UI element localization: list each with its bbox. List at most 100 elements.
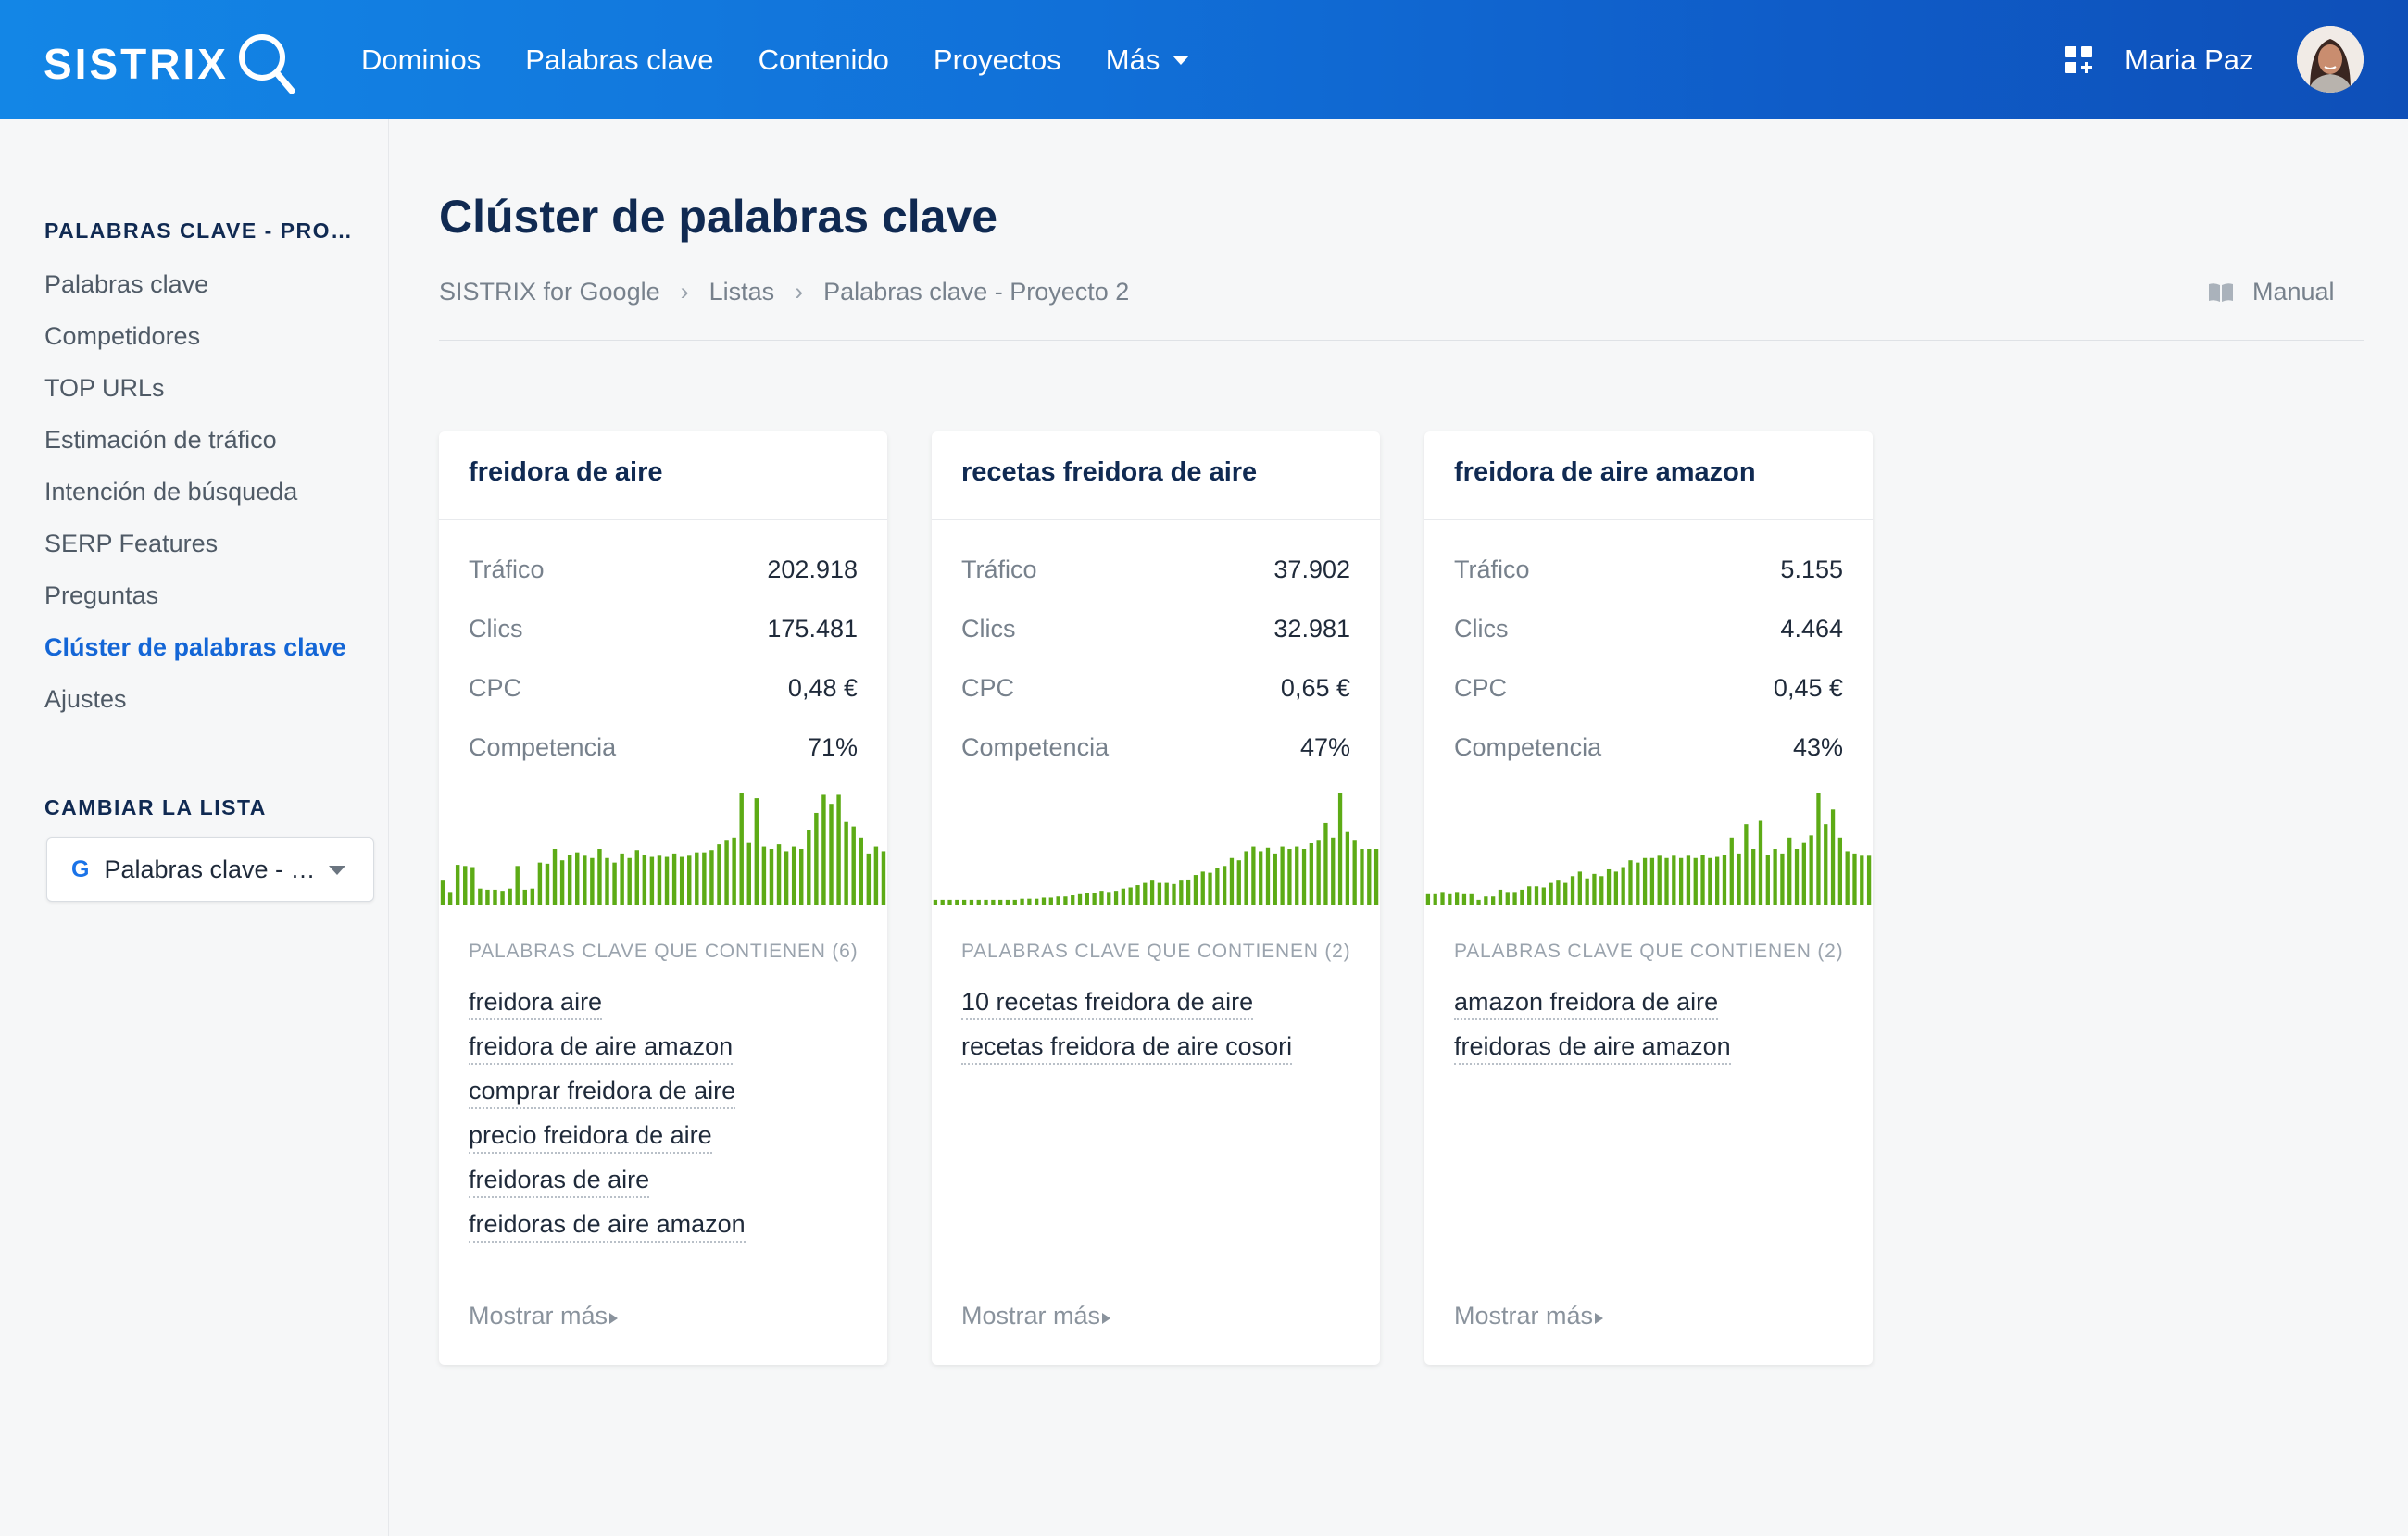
breadcrumb-separator-icon: › [795,278,804,306]
user-name[interactable]: Maria Paz [2125,0,2254,119]
avatar[interactable] [2297,26,2364,93]
trend-bar [784,851,789,905]
trend-bar [657,855,662,905]
trend-bar [1287,849,1292,905]
trend-bar [605,857,609,905]
keyword-link[interactable]: comprar freidora de aire [469,1072,736,1117]
card-title[interactable]: freidora de aire [469,457,663,488]
trend-bar [1128,887,1133,905]
keyword-text: freidoras de aire amazon [1454,1032,1731,1065]
trend-bar [807,830,811,905]
trend-bar [687,855,692,905]
trend-bar [671,853,677,905]
keyword-link[interactable]: freidora aire [469,983,603,1028]
trend-bar [1085,893,1089,905]
metric-value: 5.155 [1780,556,1843,583]
keyword-text: recetas freidora de aire cosori [961,1032,1293,1065]
keyword-link[interactable]: freidoras de aire amazon [1454,1028,1731,1072]
sidebar-item-serp-features[interactable]: SERP Features [44,518,346,569]
nav-proyectos-label: Proyectos [933,43,1061,76]
trend-bar [597,849,602,905]
trend-bar [1425,893,1431,905]
trend-bar [866,853,872,905]
trend-bar [1185,879,1191,905]
trend-bar [500,891,505,905]
trend-bar [1309,843,1313,905]
keyword-link[interactable]: precio freidora de aire [469,1117,712,1161]
metric-label: CPC [1454,674,1508,702]
trend-bar [1801,842,1806,905]
show-more-link[interactable]: Mostrar más [1454,1302,1604,1330]
metric-value: 43% [1792,733,1843,761]
nav-mas[interactable]: Más [1106,44,1190,77]
trend-bar [1541,887,1546,905]
trend-bar [583,855,587,905]
trend-bar [1837,837,1843,905]
cluster-card: freidora de aire amazon Tráfico 5.155 Cli… [1424,431,1873,1365]
trend-bar [1758,820,1763,905]
keyword-link[interactable]: freidoras de aire [469,1161,650,1205]
trend-bar [709,850,714,905]
keyword-link[interactable]: amazon freidora de aire [1454,983,1719,1028]
breadcrumb-item[interactable]: Palabras clave - Proyecto 2 [823,278,1129,306]
card-title[interactable]: freidora de aire amazon [1454,457,1756,488]
trend-bar [1352,840,1357,905]
nav-contenido[interactable]: Contenido [759,44,889,77]
breadcrumb-item[interactable]: SISTRIX for Google [439,278,660,306]
keyword-link[interactable]: 10 recetas freidora de aire [961,983,1254,1028]
manual-link[interactable]: Manual [2208,278,2335,306]
sidebar-item-top-urls[interactable]: TOP URLs [44,362,346,414]
keyword-text: amazon freidora de aire [1454,988,1719,1020]
list-select-dropdown[interactable]: G Palabras clave - … [46,837,374,902]
show-more-link[interactable]: Mostrar más [961,1302,1111,1330]
metric-value: 175.481 [767,615,858,643]
sidebar-item-preguntas[interactable]: Preguntas [44,569,346,621]
metric-label: Clics [961,615,1016,643]
trend-sparkline[interactable] [1424,791,1873,905]
sidebar-item-competidores[interactable]: Competidores [44,310,346,362]
card-divider [439,519,887,520]
card-title[interactable]: recetas freidora de aire [961,457,1257,488]
keyword-link[interactable]: freidora de aire amazon [469,1028,734,1072]
trend-bar [642,855,647,905]
keyword-link[interactable]: freidoras de aire amazon [469,1205,746,1250]
trend-bar [1549,882,1553,905]
show-more-link[interactable]: Mostrar más [469,1302,619,1330]
trend-bar [447,892,453,905]
metric-value: 0,45 € [1773,674,1843,702]
trend-bar [724,840,729,905]
nav-proyectos[interactable]: Proyectos [934,44,1061,77]
trend-bar [664,856,670,905]
trend-bar [463,866,468,905]
metric-value: 47% [1299,733,1350,761]
nav-dominios[interactable]: Dominios [361,44,481,77]
trend-bar [1816,793,1821,905]
trend-bar [1570,876,1575,905]
trend-bar [1433,893,1437,905]
sidebar-item-estimacion-trafico[interactable]: Estimación de tráfico [44,414,346,466]
sidebar-item-cluster[interactable]: Clúster de palabras clave [44,621,346,673]
trend-sparkline[interactable] [439,791,887,905]
sidebar-item-intencion-busqueda[interactable]: Intención de búsqueda [44,466,346,518]
trend-bar [1331,837,1336,905]
trend-bar [859,837,863,905]
breadcrumb-item[interactable]: Listas [709,278,775,306]
trend-bar [1164,882,1169,905]
trend-sparkline[interactable] [932,791,1380,905]
trend-bar [440,880,445,905]
trend-bar [567,855,572,905]
keyword-text: comprar freidora de aire [469,1077,736,1109]
page-title: Clúster de palabras clave [439,191,998,243]
sistrix-logo[interactable]: SISTRIX [44,31,295,96]
apps-grid-icon[interactable] [2065,46,2093,74]
sidebar-item-ajustes[interactable]: Ajustes [44,673,346,725]
cluster-card: freidora de aire Tráfico 202.918 Clics 175… [439,431,887,1365]
trend-bar [1505,892,1510,905]
trend-bar [612,862,617,905]
keyword-link[interactable]: recetas freidora de aire cosori [961,1028,1293,1072]
trend-bar [1149,880,1155,905]
nav-palabras-clave[interactable]: Palabras clave [525,44,713,77]
trend-bar [1251,846,1256,905]
sidebar-item-palabras-clave[interactable]: Palabras clave [44,258,346,310]
trend-bar [851,826,856,905]
